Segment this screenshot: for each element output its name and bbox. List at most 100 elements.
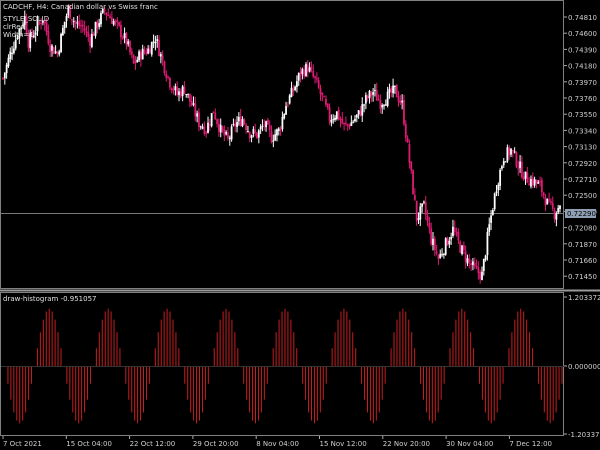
candle-body [285,106,287,115]
candle-body [268,125,271,131]
price-tick-label: 0.72710 [568,176,597,184]
candle-body [511,150,514,152]
candle-body [491,210,494,215]
candle-body [488,224,491,232]
candle-body [292,89,295,92]
candle-body [419,206,422,220]
candle-body [266,119,269,125]
candle-body [457,231,460,241]
candle-body [345,123,347,125]
candle-body [210,113,213,127]
candle-body [392,85,394,94]
candle-body [493,193,496,210]
candle-body [404,124,407,138]
candle-body [413,195,416,200]
candle-body [134,61,137,64]
candle-body [484,255,487,260]
time-tick-label: 15 Oct 04:00 [66,440,112,448]
candle-body [234,123,237,127]
candle-body [76,22,79,24]
candle-body [259,126,262,130]
candle-body [412,170,414,195]
candle-body [428,222,431,229]
candle-body [297,73,300,81]
candle-body [207,122,209,133]
candle-body [174,86,177,91]
candle-body [439,253,442,259]
time-tick-label: 22 Nov 20:00 [383,440,430,448]
price-tick-label: 0.74810 [568,14,597,22]
price-tick-label: 0.73970 [568,79,597,87]
candle-body [12,48,15,54]
candle-body [325,98,327,105]
candle-body [522,176,525,180]
candle-body [274,134,277,141]
candle-body [354,118,356,122]
candle-body [540,179,543,193]
candle-body [98,23,101,27]
candle-body [241,118,244,127]
candle-body [203,125,206,134]
candle-body [475,266,478,268]
candle-body [303,69,306,77]
candle-body [216,119,218,124]
candle-body [334,117,336,120]
candle-body [281,117,284,130]
candle-body [433,238,436,251]
candle-body [163,61,166,74]
candle-body [423,201,425,203]
indicator-tick-max: 1.203372 [568,294,600,302]
candle-body [555,213,558,220]
candle-body [481,271,483,281]
candle-body [71,19,73,21]
candle-body [401,100,404,103]
candle-body [118,22,121,26]
candle-body [170,88,173,91]
candle-body [56,52,59,54]
price-tick-label: 0.72080 [568,225,597,233]
candle-body [154,41,157,44]
candle-body [283,113,286,119]
price-axis[interactable]: 0.74810 0.74600 0.74390 0.74180 0.73970 0.737… [564,14,597,281]
candle-body [288,95,291,104]
candle-body [272,140,275,142]
candle-body [169,77,171,88]
candle-body [374,89,376,91]
candle-body [61,27,64,36]
candle-body [410,161,413,171]
candle-body [123,33,126,39]
candle-body [65,15,68,21]
candle-body [159,54,162,57]
candle-body [81,24,84,27]
candle-body [459,241,462,253]
candle-body [417,218,420,220]
price-tick-label: 0.73760 [568,95,597,103]
time-tick-label: 15 Nov 12:00 [320,440,367,448]
candle-body [139,51,142,60]
candle-body [254,130,257,133]
candle-body [339,118,342,121]
candle-body [198,112,200,127]
candle-body [294,86,297,90]
candle-body [383,105,385,107]
candle-body [519,161,521,168]
candle-body [352,121,355,123]
candle-body [450,237,453,240]
candle-body [381,105,384,108]
candle-body [296,81,298,87]
candle-body [437,255,440,259]
price-tick-label: 0.74180 [568,63,597,71]
candle-body [167,76,170,78]
candle-body [490,215,492,223]
candle-body [256,132,258,139]
candle-body [301,68,304,74]
candle-body [257,130,260,138]
candle-body [321,92,324,96]
candle-body [363,104,365,106]
candle-body [72,21,75,23]
candle-body [205,132,208,134]
candle-body [377,99,380,101]
candle-body [199,126,202,128]
candle-body [442,253,445,255]
price-tick-label: 0.72500 [568,192,597,200]
